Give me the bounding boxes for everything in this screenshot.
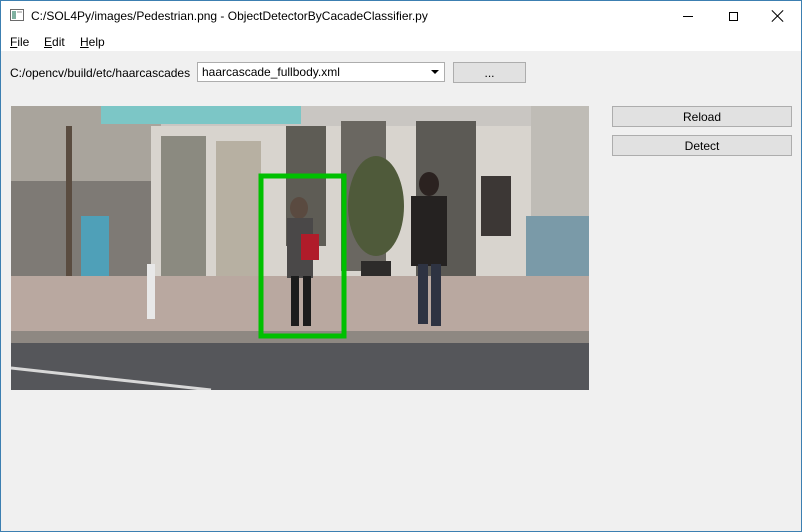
detect-button[interactable]: Detect (612, 135, 792, 156)
menu-edit-mnemonic: E (44, 35, 53, 49)
maximize-button[interactable] (710, 1, 756, 31)
close-icon (772, 10, 784, 22)
menu-file-label: ile (17, 35, 30, 49)
app-window: C:/SOL4Py/images/Pedestrian.png - Object… (0, 0, 802, 532)
classifier-folder-label: C:/opencv/build/etc/haarcascades (10, 66, 191, 80)
menu-edit-label: dit (52, 35, 65, 49)
classifier-select-value: haarcascade_fullbody.xml (202, 65, 340, 79)
menu-edit[interactable]: Edit (44, 35, 65, 49)
browse-button[interactable]: ... (453, 62, 526, 83)
reload-button[interactable]: Reload (612, 106, 792, 127)
close-button[interactable] (755, 1, 801, 31)
menu-help-mnemonic: H (80, 35, 89, 49)
menu-bar: File Edit Help (1, 31, 801, 51)
menu-help-label: elp (88, 35, 105, 49)
classifier-select[interactable]: haarcascade_fullbody.xml (197, 62, 445, 82)
menu-file[interactable]: File (10, 35, 29, 49)
minimize-button[interactable] (665, 1, 711, 31)
window-title: C:/SOL4Py/images/Pedestrian.png - Object… (31, 9, 428, 23)
title-bar[interactable]: C:/SOL4Py/images/Pedestrian.png - Object… (1, 1, 801, 31)
pedestrian-street-image (11, 106, 589, 390)
app-window-icon (10, 9, 24, 21)
maximize-icon (728, 11, 738, 21)
image-view (11, 106, 589, 390)
chevron-down-icon (431, 70, 439, 74)
minimize-icon (683, 15, 693, 17)
menu-help[interactable]: Help (80, 35, 105, 49)
